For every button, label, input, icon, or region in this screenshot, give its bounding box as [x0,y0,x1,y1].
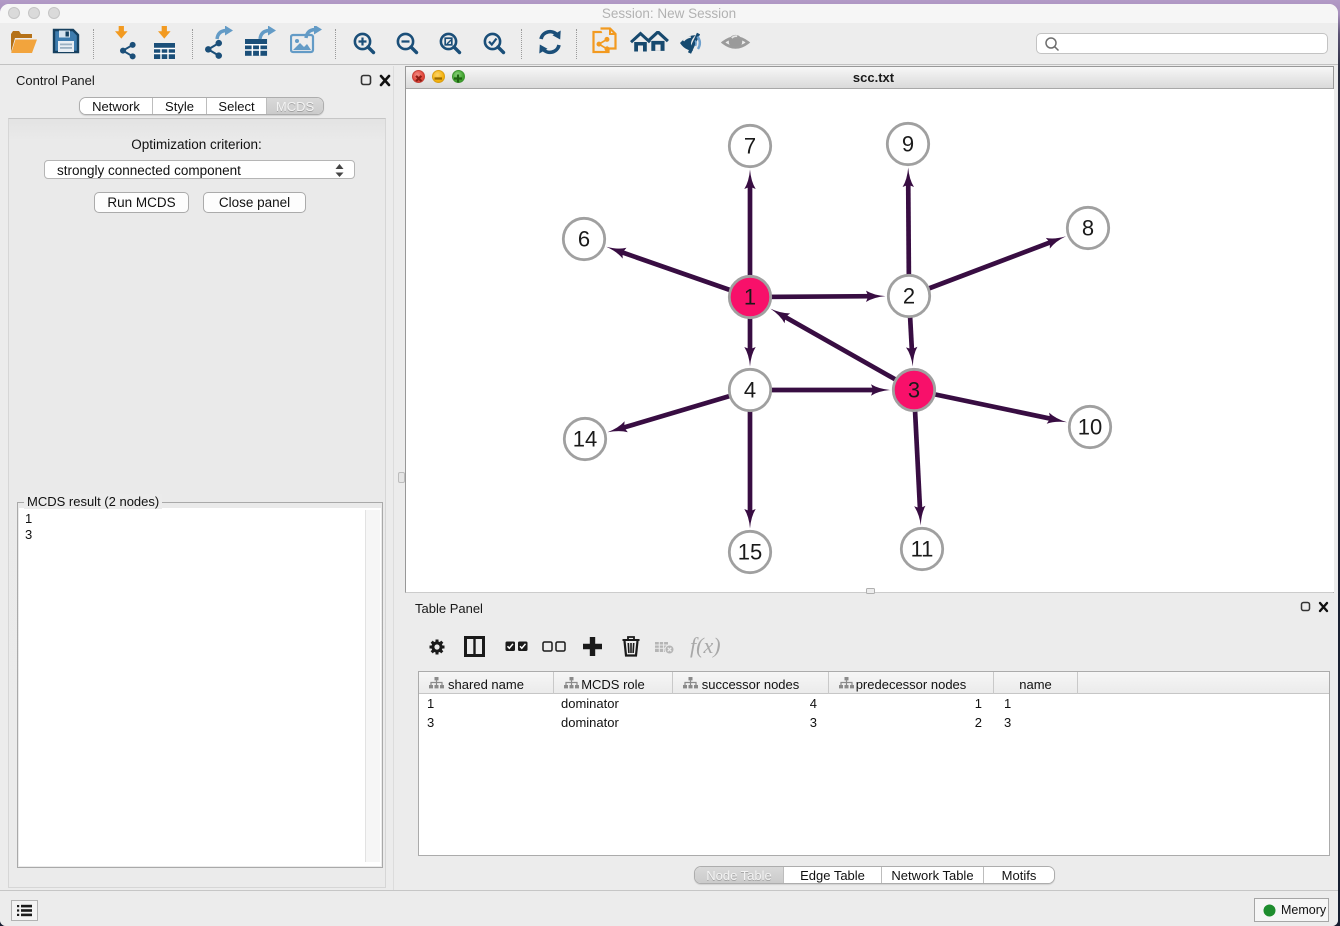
svg-text:14: 14 [573,427,597,452]
svg-text:6: 6 [578,227,590,252]
svg-text:10: 10 [1078,415,1102,440]
svg-text:4: 4 [744,378,756,403]
svg-text:15: 15 [738,540,762,565]
svg-text:2: 2 [903,284,915,309]
svg-text:11: 11 [911,537,934,562]
svg-text:f(x): f(x) [690,636,721,658]
svg-text:9: 9 [902,132,914,157]
svg-text:8: 8 [1082,216,1094,241]
svg-text:7: 7 [744,134,756,159]
svg-text:1: 1 [744,285,756,310]
svg-text:3: 3 [908,378,920,403]
